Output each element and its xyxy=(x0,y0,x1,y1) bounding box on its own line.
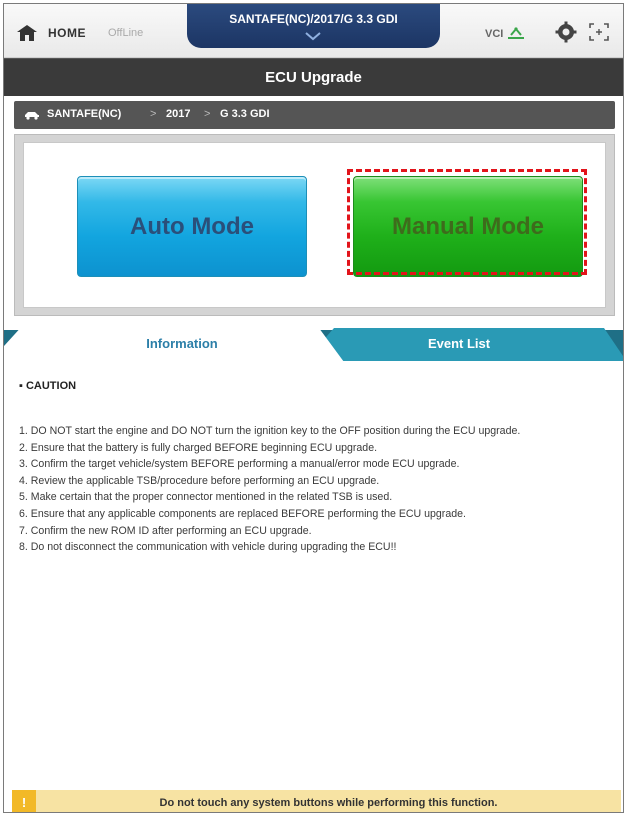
top-bar: HOME OffLine SANTAFE(NC)/2017/G 3.3 GDI … xyxy=(4,4,623,58)
vci-label: VCI xyxy=(485,28,504,40)
breadcrumb-model[interactable]: SANTAFE(NC) xyxy=(47,108,121,120)
caution-item: 3. Confirm the target vehicle/system BEF… xyxy=(19,458,460,471)
breadcrumb-separator: > xyxy=(150,108,157,120)
car-icon xyxy=(25,112,39,120)
information-panel: ▪ CAUTION 1. DO NOT start the engine and… xyxy=(4,362,623,780)
page-title: ECU Upgrade xyxy=(265,69,362,86)
chevron-down-icon xyxy=(305,32,321,41)
tab-information[interactable]: Information xyxy=(122,336,242,351)
vehicle-selector-tab[interactable]: SANTAFE(NC)/2017/G 3.3 GDI xyxy=(187,4,440,48)
warning-message: Do not touch any system buttons while pe… xyxy=(159,797,498,809)
breadcrumb: SANTAFE(NC) > 2017 > G 3.3 GDI xyxy=(14,101,615,129)
gear-icon[interactable] xyxy=(555,21,577,43)
vci-connection-icon[interactable] xyxy=(507,26,525,40)
mode-selection-inner: Auto Mode Manual Mode xyxy=(23,142,606,308)
caution-item: 2. Ensure that the battery is fully char… xyxy=(19,441,378,454)
caution-list: 1. DO NOT start the engine and DO NOT tu… xyxy=(19,423,615,556)
caution-item: 5. Make certain that the proper connecto… xyxy=(19,491,393,504)
connection-status: OffLine xyxy=(108,27,144,39)
warning-footer: ! Do not touch any system buttons while … xyxy=(12,790,621,812)
breadcrumb-separator: > xyxy=(204,108,211,120)
app-window: HOME OffLine SANTAFE(NC)/2017/G 3.3 GDI … xyxy=(3,3,624,813)
caution-title: ▪ CAUTION xyxy=(19,380,77,392)
home-icon[interactable] xyxy=(16,24,38,42)
warning-icon: ! xyxy=(12,790,36,812)
home-button-label[interactable]: HOME xyxy=(48,26,86,40)
tab-event-list[interactable]: Event List xyxy=(399,336,519,351)
caution-item: 6. Ensure that any applicable components… xyxy=(19,507,466,520)
mode-selection-panel: Auto Mode Manual Mode xyxy=(14,134,615,316)
manual-mode-button[interactable]: Manual Mode xyxy=(353,176,583,277)
vehicle-summary: SANTAFE(NC)/2017/G 3.3 GDI xyxy=(229,12,398,26)
caution-item: 4. Review the applicable TSB/procedure b… xyxy=(19,474,380,487)
caution-item: 7. Confirm the new ROM ID after performi… xyxy=(19,524,312,537)
breadcrumb-year[interactable]: 2017 xyxy=(166,108,190,120)
title-bar: ECU Upgrade xyxy=(4,58,623,96)
expand-icon[interactable] xyxy=(588,22,610,42)
breadcrumb-engine[interactable]: G 3.3 GDI xyxy=(220,108,270,120)
manual-mode-label: Manual Mode xyxy=(391,213,544,240)
auto-mode-button[interactable]: Auto Mode xyxy=(77,176,307,277)
caution-item: 8. Do not disconnect the communication w… xyxy=(19,541,397,554)
caution-item: 1. DO NOT start the engine and DO NOT tu… xyxy=(19,425,521,437)
info-tabs: Information Event List xyxy=(4,324,623,362)
auto-mode-label: Auto Mode xyxy=(130,213,254,240)
tab-strip xyxy=(4,324,623,362)
